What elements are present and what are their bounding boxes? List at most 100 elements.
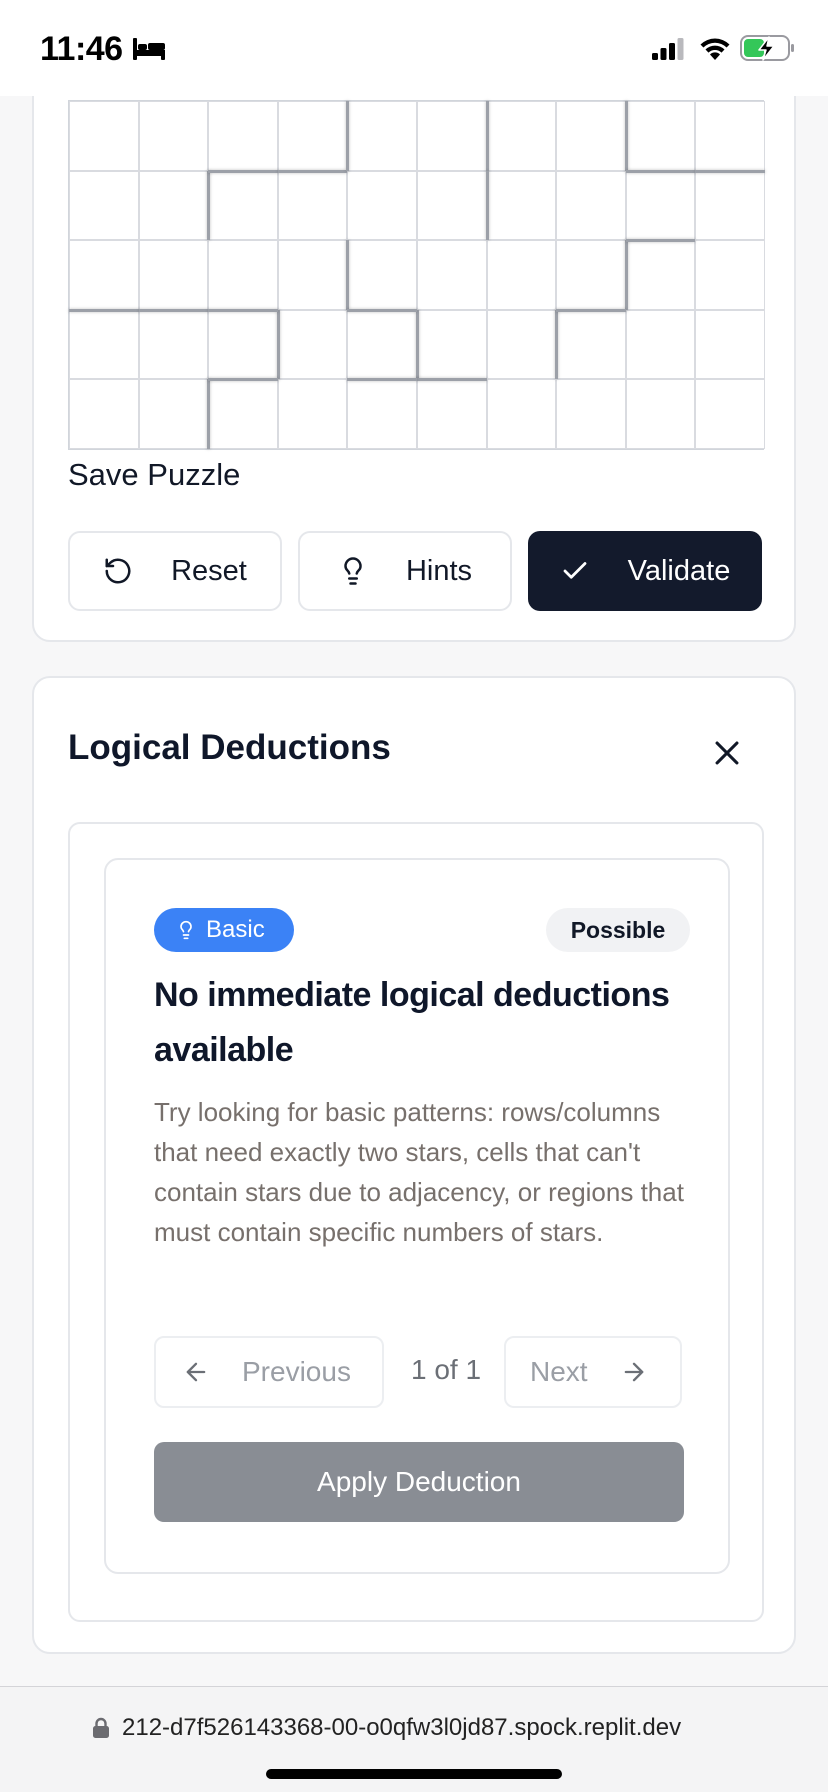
grid-cell[interactable]	[625, 309, 696, 380]
logical-deductions-card: Logical Deductions Basic Possible No imm…	[32, 676, 796, 1654]
region-border	[346, 101, 350, 171]
region-border	[277, 169, 348, 173]
region-border	[69, 308, 139, 312]
grid-cell[interactable]	[347, 379, 417, 449]
grid-cell[interactable]	[138, 170, 209, 241]
grid-cell[interactable]	[69, 379, 139, 449]
grid-cell[interactable]	[138, 309, 209, 380]
deduction-description: Try looking for basic patterns: rows/col…	[154, 1097, 684, 1247]
region-border	[208, 308, 278, 312]
grid-cell[interactable]	[417, 309, 487, 380]
region-border	[625, 169, 696, 173]
region-border	[625, 239, 696, 243]
page-scroll-area[interactable]: Save Puzzle Reset Hints Validate Logical…	[0, 0, 828, 1686]
grid-cell[interactable]	[625, 170, 696, 241]
region-border	[208, 378, 278, 382]
grid-cell[interactable]	[208, 101, 278, 171]
grid-cell[interactable]	[138, 240, 209, 310]
grid-cell[interactable]	[695, 379, 765, 449]
lock-icon	[93, 1717, 109, 1738]
grid-cell[interactable]	[69, 170, 139, 241]
region-border	[346, 240, 350, 310]
grid-cell[interactable]	[625, 240, 696, 310]
grid-cell[interactable]	[556, 101, 626, 171]
region-border	[207, 170, 211, 241]
grid-cell[interactable]	[486, 170, 557, 241]
lightbulb-icon	[344, 557, 362, 585]
grid-cell[interactable]	[208, 170, 278, 241]
grid-cell[interactable]	[277, 101, 348, 171]
grid-cell[interactable]	[556, 170, 626, 241]
status-bar: 11:46	[0, 0, 828, 96]
level-badge: Basic	[154, 908, 294, 952]
grid-cell[interactable]	[277, 170, 348, 241]
region-border	[276, 309, 280, 380]
region-border	[624, 240, 628, 310]
grid-cell[interactable]	[277, 309, 348, 380]
previous-button[interactable]: Previous	[154, 1336, 384, 1408]
grid-cell[interactable]	[556, 309, 626, 380]
hints-button-label: Hints	[405, 554, 473, 587]
level-badge-label: Basic	[206, 916, 265, 943]
grid-cell[interactable]	[486, 101, 557, 171]
grid-cell[interactable]	[695, 170, 765, 241]
url-text[interactable]: 212-d7f526143368-00-o0qfw3l0jd87.spock.r…	[122, 1714, 681, 1742]
status-time: 11:46	[40, 30, 123, 68]
deduction-heading: No immediate logical deductions availabl…	[154, 976, 670, 1069]
previous-button-label: Previous	[242, 1356, 351, 1387]
puzzle-card: Save Puzzle Reset Hints Validate	[32, 60, 796, 642]
deductions-panel: Basic Possible No immediate logical dedu…	[68, 822, 764, 1622]
grid-cell[interactable]	[347, 170, 417, 241]
arrow-left-icon	[186, 1362, 206, 1382]
region-border	[416, 309, 419, 380]
close-icon[interactable]	[710, 736, 744, 770]
region-border	[485, 170, 489, 241]
page-indicator: 1 of 1	[410, 1354, 482, 1385]
next-button-label: Next	[530, 1356, 588, 1387]
reset-icon	[105, 558, 131, 584]
grid-cell[interactable]	[486, 309, 557, 380]
save-puzzle-label[interactable]: Save Puzzle	[68, 457, 240, 493]
grid-cell[interactable]	[695, 101, 765, 171]
grid-cell[interactable]	[347, 240, 417, 310]
grid-cell[interactable]	[277, 379, 348, 449]
region-border	[347, 378, 417, 382]
grid-cell[interactable]	[695, 240, 765, 310]
grid-cell[interactable]	[138, 379, 209, 449]
validate-button[interactable]: Validate	[528, 531, 762, 611]
grid-cell[interactable]	[625, 379, 696, 449]
status-badge: Possible	[546, 908, 690, 952]
region-border	[207, 379, 211, 449]
grid-cell[interactable]	[208, 240, 278, 310]
region-border	[624, 101, 628, 171]
grid-cell[interactable]	[417, 379, 487, 449]
grid-cell[interactable]	[486, 379, 557, 449]
grid-cell[interactable]	[417, 170, 487, 241]
grid-cell[interactable]	[208, 309, 278, 380]
hints-button[interactable]: Hints	[298, 531, 512, 611]
grid-cell[interactable]	[347, 101, 417, 171]
browser-url-bar[interactable]: 212-d7f526143368-00-o0qfw3l0jd87.spock.r…	[0, 1686, 828, 1792]
grid-cell[interactable]	[277, 240, 348, 310]
region-border	[555, 309, 559, 380]
grid-cell[interactable]	[417, 101, 487, 171]
grid-cell[interactable]	[69, 309, 139, 380]
grid-cell[interactable]	[208, 379, 278, 449]
reset-button[interactable]: Reset	[68, 531, 282, 611]
grid-cell[interactable]	[556, 379, 626, 449]
grid-cell[interactable]	[69, 240, 139, 310]
grid-cell[interactable]	[69, 101, 139, 171]
region-border	[695, 169, 765, 173]
apply-deduction-button[interactable]: Apply Deduction	[154, 1442, 684, 1522]
grid-cell[interactable]	[417, 240, 487, 310]
grid-cell[interactable]	[138, 101, 209, 171]
grid-cell[interactable]	[486, 240, 557, 310]
arrow-right-icon	[624, 1362, 643, 1382]
grid-cell[interactable]	[347, 309, 417, 380]
grid-cell[interactable]	[625, 101, 696, 171]
validate-button-label: Validate	[627, 554, 731, 587]
grid-cell[interactable]	[556, 240, 626, 310]
next-button[interactable]: Next	[504, 1336, 682, 1408]
region-border	[417, 378, 487, 382]
grid-cell[interactable]	[695, 309, 765, 380]
